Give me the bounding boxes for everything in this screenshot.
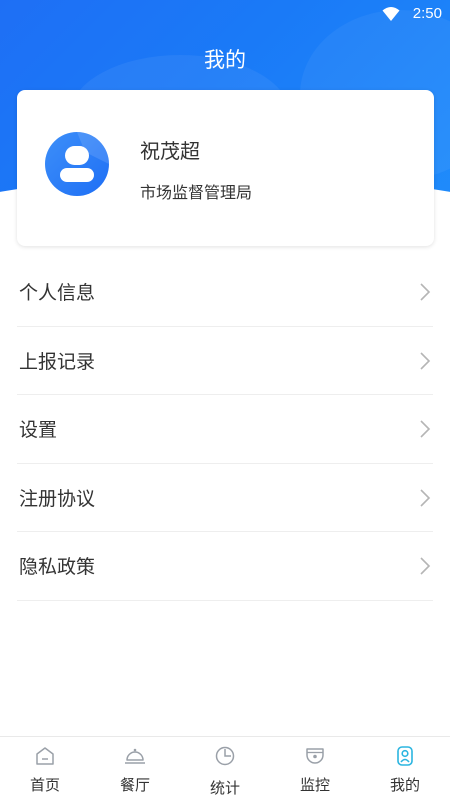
wifi-icon xyxy=(382,7,400,21)
tab-label: 餐厅 xyxy=(119,776,150,794)
status-bar: 2:50 xyxy=(0,0,450,28)
cloche-icon xyxy=(125,748,145,764)
chevron-right-icon xyxy=(420,283,431,301)
tab-restaurant[interactable]: 餐厅 xyxy=(90,737,180,800)
chevron-right-icon xyxy=(420,420,431,438)
menu-item-privacy-policy[interactable]: 隐私政策 xyxy=(17,532,433,601)
menu-item-label: 个人信息 xyxy=(19,282,96,304)
tab-label: 监控 xyxy=(299,776,330,794)
tab-label: 统计 xyxy=(209,779,240,797)
avatar xyxy=(45,132,109,196)
tab-home[interactable]: 首页 xyxy=(0,737,90,800)
menu-item-label: 设置 xyxy=(19,419,58,441)
tab-label: 首页 xyxy=(29,776,60,794)
chevron-right-icon xyxy=(420,488,431,507)
user-icon xyxy=(397,746,413,766)
tab-mine[interactable]: 我的 xyxy=(360,737,450,800)
page-title: 我的 xyxy=(204,48,246,72)
chevron-right-icon xyxy=(420,351,431,370)
profile-card[interactable]: 祝茂超 市场监督管理局 xyxy=(17,90,434,246)
menu-item-label: 隐私政策 xyxy=(19,556,96,578)
menu-item-personal-info[interactable]: 个人信息 xyxy=(17,258,433,327)
menu-list: 个人信息 上报记录 设置 注册协议 隐私政策 xyxy=(17,258,433,601)
mine-screen: 2:50 我的 祝茂超 市场监督管理局 个人信息 上报记录 设置 注册协议 隐私… xyxy=(0,0,450,800)
user-name: 祝茂超 xyxy=(140,139,200,163)
tab-monitor[interactable]: 监控 xyxy=(270,737,360,800)
tab-statistics[interactable]: 统计 xyxy=(180,737,270,800)
chevron-right-icon xyxy=(420,557,431,575)
camera-icon xyxy=(306,748,324,764)
user-organization: 市场监督管理局 xyxy=(140,183,253,202)
menu-item-registration-agreement[interactable]: 注册协议 xyxy=(17,464,433,532)
menu-item-settings[interactable]: 设置 xyxy=(17,395,433,464)
menu-item-label: 注册协议 xyxy=(19,487,96,510)
tab-label: 我的 xyxy=(389,776,420,794)
pie-chart-icon xyxy=(215,746,235,766)
status-time: 2:50 xyxy=(412,5,442,22)
menu-item-label: 上报记录 xyxy=(19,350,96,373)
bottom-tab-bar: 首页 餐厅 统计 监控 我的 xyxy=(0,736,450,800)
home-icon xyxy=(36,747,54,765)
menu-item-report-records[interactable]: 上报记录 xyxy=(17,327,433,395)
